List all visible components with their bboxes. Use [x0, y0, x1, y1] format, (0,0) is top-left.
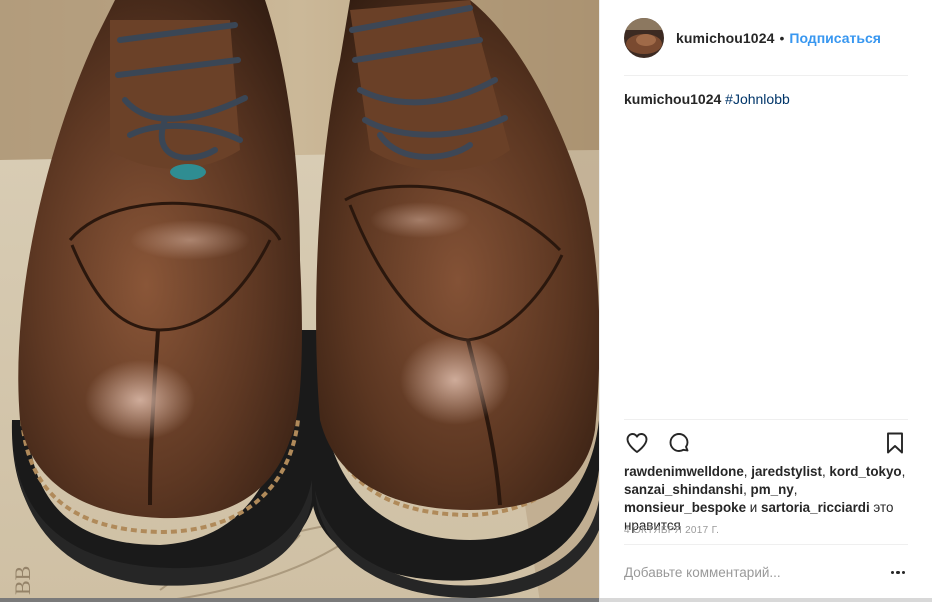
caption-hashtag[interactable]: #Johnlobb: [725, 91, 790, 107]
avatar-image: [624, 17, 664, 58]
bookmark-icon: [887, 432, 903, 453]
like-button[interactable]: [624, 430, 650, 456]
like-user[interactable]: jaredstylist: [751, 464, 822, 479]
instagram-post: BB kumichou1024 • Подписаться kumichou10…: [0, 0, 932, 602]
post-header: kumichou1024 • Подписаться: [624, 0, 908, 76]
heart-icon: [626, 432, 648, 453]
more-options-button[interactable]: [888, 563, 908, 583]
post-actions: [624, 419, 908, 465]
comment-form: [624, 544, 908, 600]
header-username[interactable]: kumichou1024: [676, 30, 774, 46]
like-user[interactable]: sanzai_shindanshi: [624, 482, 743, 497]
horizontal-scrollbar[interactable]: [0, 598, 932, 602]
comment-button[interactable]: [666, 430, 692, 456]
like-user[interactable]: monsieur_bespoke: [624, 500, 746, 515]
post-caption: kumichou1024 #Johnlobb: [624, 90, 908, 108]
post-photo[interactable]: BB: [0, 0, 599, 602]
like-user[interactable]: sartoria_ricciardi: [761, 500, 870, 515]
post-side-panel: kumichou1024 • Подписаться kumichou1024 …: [599, 0, 932, 602]
caption-username[interactable]: kumichou1024: [624, 91, 721, 107]
more-options-icon: [896, 570, 900, 575]
follow-button[interactable]: Подписаться: [789, 30, 881, 46]
like-user[interactable]: kord_tokyo: [829, 464, 901, 479]
brown-leather-shoes-photo: BB: [0, 0, 599, 602]
more-options-icon: [901, 570, 906, 575]
save-button[interactable]: [882, 430, 908, 456]
avatar[interactable]: [624, 17, 664, 58]
likes-conjunction: и: [749, 500, 758, 515]
post-timestamp[interactable]: 4 октября 2017 г.: [624, 525, 719, 536]
header-separator: •: [779, 29, 785, 46]
comment-icon: [669, 432, 689, 452]
more-options-icon: [890, 570, 895, 575]
scrollbar-thumb[interactable]: [0, 598, 599, 602]
like-user[interactable]: pm_ny: [751, 482, 794, 497]
like-user[interactable]: rawdenimwelldone: [624, 464, 744, 479]
comment-input[interactable]: [624, 565, 888, 580]
svg-text:BB: BB: [10, 566, 35, 595]
